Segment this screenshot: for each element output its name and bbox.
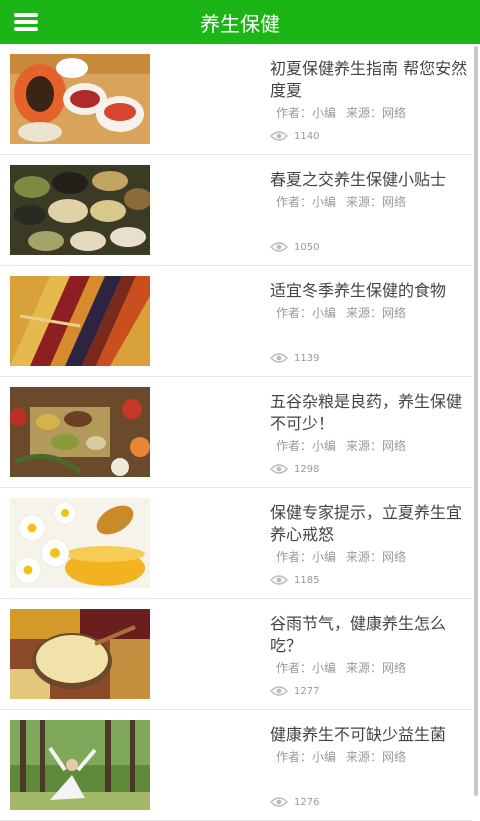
article-author: 作者：小编 [276, 550, 337, 564]
page-title: 养生保健 [200, 11, 280, 36]
article-title: 保健专家提示，立夏养生宜养心戒怒 [270, 503, 463, 544]
scrollbar[interactable] [474, 46, 478, 796]
eye-icon [270, 353, 288, 363]
article-meta: 作者：小编 来源：网络 [270, 437, 470, 454]
eye-icon [270, 131, 288, 141]
article-meta: 作者：小编 来源：网络 [270, 104, 470, 121]
article-item[interactable]: 健康养生不可缺少益生菌 作者：小编 来源：网络 1276 [0, 710, 472, 821]
article-item[interactable]: 初夏保健养生指南 帮您安然度夏 作者：小编 来源：网络 1140 [0, 44, 472, 155]
article-item[interactable]: 谷雨节气，健康养生怎么吃？ 作者：小编 来源：网络 1277 [0, 599, 472, 710]
article-title: 健康养生不可缺少益生菌 [270, 725, 447, 744]
article-author: 作者：小编 [276, 661, 337, 675]
article-thumbnail [10, 387, 150, 477]
eye-icon [270, 242, 288, 252]
view-count: 1276 [270, 796, 319, 808]
article-meta: 作者：小编 来源：网络 [270, 748, 470, 765]
article-title: 春夏之交养生保健小贴士 [270, 170, 447, 189]
article-source: 来源：网络 [346, 661, 407, 675]
article-thumbnail [10, 165, 150, 255]
article-item[interactable]: 五谷杂粮是良药，养生保健不可少！ 作者：小编 来源：网络 1298 [0, 377, 472, 488]
view-count: 1140 [270, 130, 319, 142]
article-source: 来源：网络 [346, 306, 407, 320]
article-meta: 作者：小编 来源：网络 [270, 304, 470, 321]
app-header: 养生保健 [0, 0, 480, 44]
article-meta: 作者：小编 来源：网络 [270, 193, 470, 210]
article-meta: 作者：小编 来源：网络 [270, 659, 470, 676]
article-author: 作者：小编 [276, 439, 337, 453]
view-count: 1277 [270, 685, 319, 697]
article-source: 来源：网络 [346, 750, 407, 764]
article-thumbnail [10, 498, 150, 588]
view-count: 1298 [270, 463, 319, 475]
article-thumbnail [10, 276, 150, 366]
article-source: 来源：网络 [346, 439, 407, 453]
article-item[interactable]: 春夏之交养生保健小贴士 作者：小编 来源：网络 1050 [0, 155, 472, 266]
article-thumbnail [10, 54, 150, 144]
article-thumbnail [10, 720, 150, 810]
article-thumbnail [10, 609, 150, 699]
article-source: 来源：网络 [346, 195, 407, 209]
view-count: 1139 [270, 352, 319, 364]
article-author: 作者：小编 [276, 306, 337, 320]
article-title: 初夏保健养生指南 帮您安然度夏 [270, 59, 468, 100]
view-count: 1050 [270, 241, 319, 253]
article-author: 作者：小编 [276, 195, 337, 209]
article-source: 来源：网络 [346, 106, 407, 120]
article-author: 作者：小编 [276, 750, 337, 764]
eye-icon [270, 575, 288, 585]
article-item[interactable]: 适宜冬季养生保健的食物 作者：小编 来源：网络 1139 [0, 266, 472, 377]
article-title: 五谷杂粮是良药，养生保健不可少！ [270, 392, 463, 433]
hamburger-menu-icon[interactable] [14, 11, 38, 33]
article-title: 适宜冬季养生保健的食物 [270, 281, 447, 300]
article-author: 作者：小编 [276, 106, 337, 120]
article-title: 谷雨节气，健康养生怎么吃？ [270, 614, 447, 655]
article-list: 初夏保健养生指南 帮您安然度夏 作者：小编 来源：网络 1140 春夏之交养生保… [0, 44, 472, 821]
eye-icon [270, 797, 288, 807]
view-count: 1185 [270, 574, 319, 586]
eye-icon [270, 464, 288, 474]
article-meta: 作者：小编 来源：网络 [270, 548, 470, 565]
article-item[interactable]: 保健专家提示，立夏养生宜养心戒怒 作者：小编 来源：网络 1185 [0, 488, 472, 599]
eye-icon [270, 686, 288, 696]
article-source: 来源：网络 [346, 550, 407, 564]
